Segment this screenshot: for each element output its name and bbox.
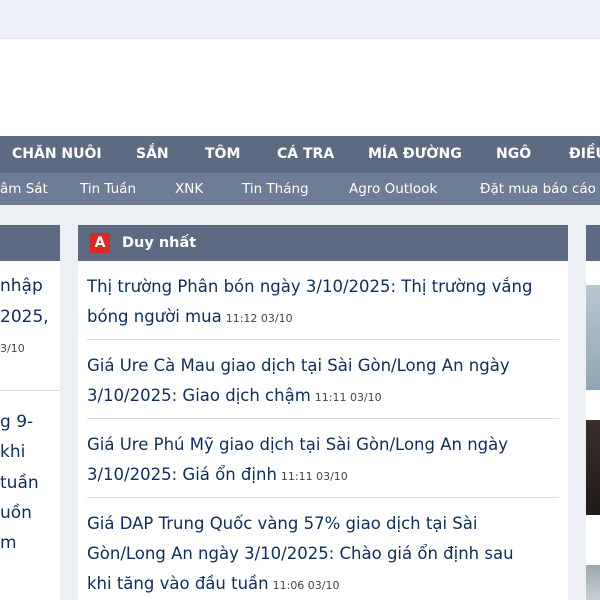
left-article-text[interactable]: nhập: [0, 271, 43, 301]
nav-item-mia-duong[interactable]: MÍA ĐƯỜNG: [368, 136, 462, 173]
news-item[interactable]: Giá Ure Cà Mau giao dịch tại Sài Gòn/Lon…: [87, 351, 559, 413]
divider: [87, 339, 559, 340]
news-thumbnail[interactable]: [586, 565, 600, 600]
news-title-line: Thị trường Phân bón ngày 3/10/2025: Thị …: [87, 277, 533, 296]
nav-item-san[interactable]: SẮN: [136, 136, 169, 173]
news-title-line: 3/10/2025: Giao dịch chậm: [87, 386, 311, 405]
subnav-item-xnk[interactable]: XNK: [175, 173, 203, 205]
left-column-header: [0, 225, 60, 261]
divider: [87, 497, 559, 498]
subnav-item-giam-sat[interactable]: âm Sát: [0, 173, 48, 205]
right-column-header: [586, 225, 600, 261]
news-title-line: 3/10/2025: Giá ổn định: [87, 465, 277, 484]
nav-item-ngo[interactable]: NGÔ: [496, 136, 531, 173]
news-thumbnail[interactable]: [586, 285, 600, 390]
left-news-column: nhập 2025, 3/10 g 9- khi tuần uồn m: [0, 225, 60, 600]
duy-nhat-news-column: A Duy nhất Thị trường Phân bón ngày 3/10…: [78, 225, 568, 600]
left-article-text[interactable]: g 9-: [0, 407, 33, 437]
news-item[interactable]: Giá DAP Trung Quốc vàng 57% giao dịch tạ…: [87, 509, 559, 600]
nav-item-dieu[interactable]: ĐIỀU: [569, 136, 600, 173]
primary-nav: CHĂN NUÔI SẮN TÔM CÁ TRA MÍA ĐƯỜNG NGÔ Đ…: [0, 136, 600, 173]
news-title-line: Giá Ure Phú Mỹ giao dịch tại Sài Gòn/Lon…: [87, 435, 509, 454]
nav-item-ca-tra[interactable]: CÁ TRA: [277, 136, 334, 173]
subnav-item-dat-mua-bao-cao[interactable]: Đặt mua báo cáo: [480, 173, 596, 205]
news-title-line: Giá DAP Trung Quốc vàng 57% giao dịch tạ…: [87, 514, 478, 533]
subnav-item-agro-outlook[interactable]: Agro Outlook: [349, 173, 437, 205]
subnav-item-tin-thang[interactable]: Tin Tháng: [242, 173, 309, 205]
site-banner: [0, 39, 600, 136]
left-article-text[interactable]: uồn: [0, 498, 32, 528]
news-title-line: Gòn/Long An ngày 3/10/2025: Chào giá ổn …: [87, 544, 514, 563]
news-title-line: bóng người mua: [87, 307, 222, 326]
left-article-time: 3/10: [0, 342, 25, 355]
nav-item-tom[interactable]: TÔM: [205, 136, 240, 173]
section-header: A Duy nhất: [78, 225, 568, 261]
news-thumbnail[interactable]: [586, 420, 600, 515]
news-item[interactable]: Thị trường Phân bón ngày 3/10/2025: Thị …: [87, 272, 559, 334]
news-time: 11:11 03/10: [280, 470, 348, 483]
right-news-column: [586, 225, 600, 600]
news-time: 11:12 03/10: [225, 312, 293, 325]
news-title-line: khi tăng vào đầu tuần: [87, 574, 269, 593]
left-article-text[interactable]: 2025,: [0, 302, 49, 332]
divider: [87, 418, 559, 419]
news-time: 11:11 03/10: [314, 391, 382, 404]
divider: [0, 390, 60, 391]
secondary-nav: âm Sát Tin Tuần XNK Tin Tháng Agro Outlo…: [0, 173, 600, 205]
left-article-text[interactable]: khi: [0, 437, 25, 467]
left-article-text[interactable]: m: [0, 528, 17, 558]
news-title-line: Giá Ure Cà Mau giao dịch tại Sài Gòn/Lon…: [87, 356, 510, 375]
news-item[interactable]: Giá Ure Phú Mỹ giao dịch tại Sài Gòn/Lon…: [87, 430, 559, 492]
left-article-text[interactable]: tuần: [0, 468, 39, 498]
a-badge-icon: A: [90, 233, 110, 253]
nav-item-chan-nuoi[interactable]: CHĂN NUÔI: [12, 136, 102, 173]
subnav-item-tin-tuan[interactable]: Tin Tuần: [80, 173, 136, 205]
browser-top-strip: [0, 0, 600, 39]
news-time: 11:06 03/10: [272, 579, 340, 592]
section-title: Duy nhất: [122, 235, 197, 251]
